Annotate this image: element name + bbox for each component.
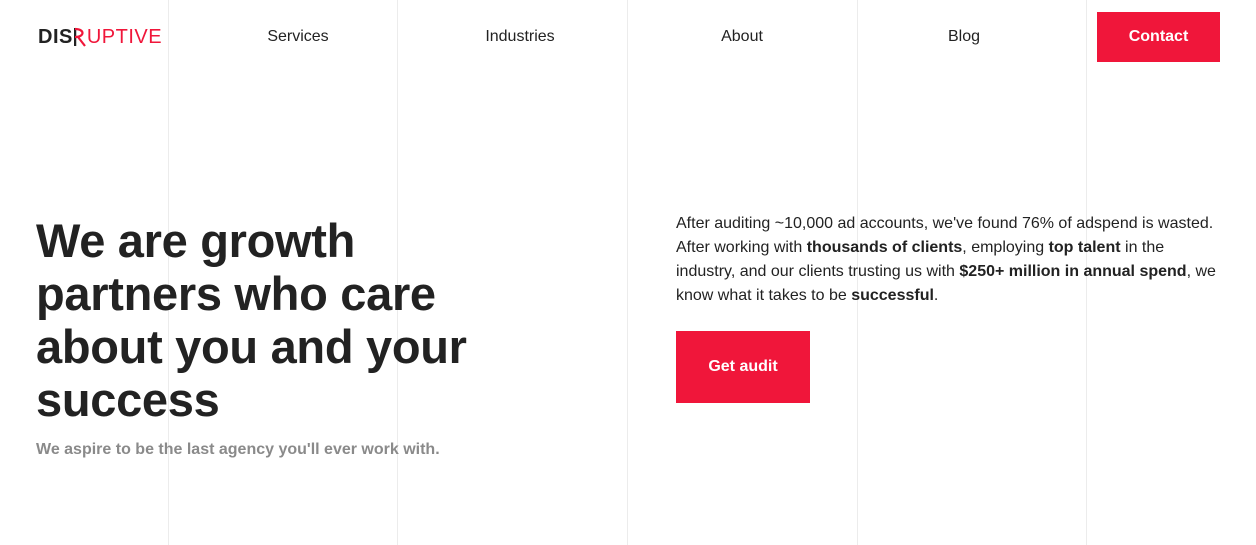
grid-divider <box>627 0 628 545</box>
logo-r-mark-icon <box>73 27 86 47</box>
nav-industries[interactable]: Industries <box>485 28 554 46</box>
disruptive-logo[interactable]: DIS UPTIVE <box>38 26 162 48</box>
logo-text-prefix: DIS <box>38 26 73 48</box>
body-highlight: $250+ million in annual spend <box>959 263 1187 280</box>
body-highlight: top talent <box>1048 239 1121 256</box>
nav-about[interactable]: About <box>721 28 763 46</box>
logo-text-suffix: UPTIVE <box>86 26 163 48</box>
contact-button[interactable]: Contact <box>1097 12 1220 62</box>
body-highlight: thousands of clients <box>806 239 963 256</box>
body-text: , employing <box>962 239 1049 256</box>
hero-title: We are growth partners who care about yo… <box>36 214 467 426</box>
hero-subtitle: We aspire to be the last agency you'll e… <box>36 441 440 458</box>
nav-services[interactable]: Services <box>267 28 328 46</box>
body-highlight: successful <box>851 287 934 304</box>
hero-body-text: After auditing ~10,000 ad accounts, we'v… <box>676 212 1216 308</box>
page: DIS UPTIVE Services Industries About Blo… <box>0 0 1256 545</box>
get-audit-button[interactable]: Get audit <box>676 331 810 403</box>
body-text: . <box>933 287 939 304</box>
nav-blog[interactable]: Blog <box>948 28 980 46</box>
